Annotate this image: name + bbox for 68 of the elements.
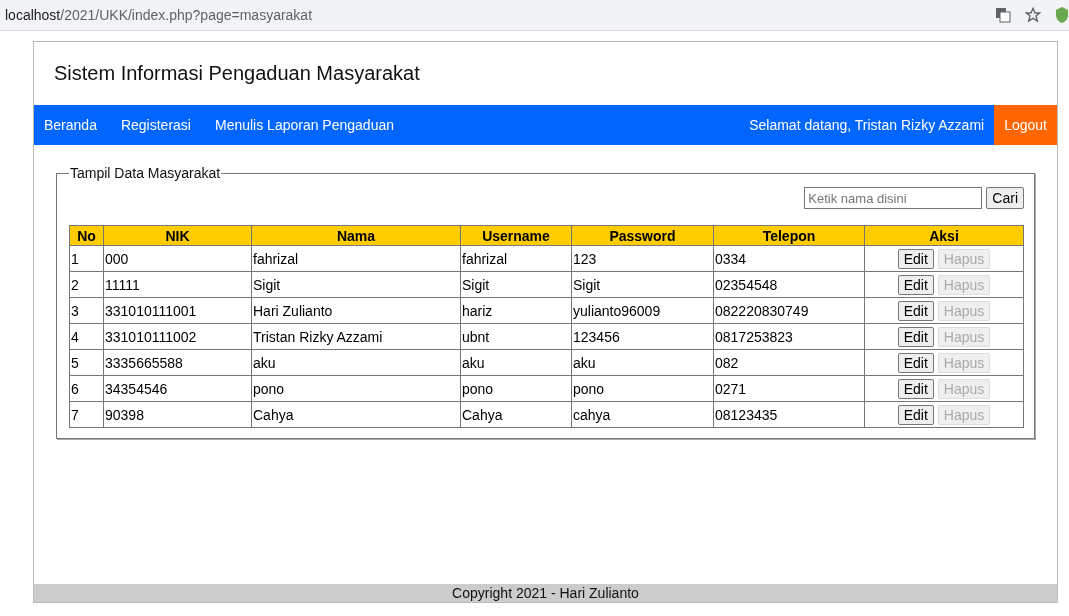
table-cell: 0334	[713, 245, 865, 272]
nav-link[interactable]: Menulis Laporan Pengaduan	[202, 105, 406, 145]
table-cell: 331010111002	[103, 323, 252, 350]
table-cell: 123	[571, 245, 714, 272]
table-cell: pono	[571, 375, 714, 402]
search-button[interactable]: Cari	[986, 187, 1024, 209]
table-cell: Cahya	[251, 401, 461, 428]
table-cell: 000	[103, 245, 252, 272]
table-cell: aku	[571, 349, 714, 376]
edit-button[interactable]: Edit	[897, 274, 934, 295]
table-cell: 2	[69, 271, 104, 298]
panel-legend: Tampil Data Masyarakat	[69, 165, 222, 181]
table-cell: yulianto96009	[571, 297, 714, 324]
table-cell: fahrizal	[251, 245, 461, 272]
table-cell: 0271	[713, 375, 865, 402]
table-cell: 5	[69, 349, 104, 376]
star-icon[interactable]	[1025, 7, 1041, 23]
search-field[interactable]: Ketik nama disini	[804, 187, 983, 209]
table-cell: 331010111001	[103, 297, 252, 324]
table-cell: fahrizal	[460, 245, 572, 272]
shield-icon[interactable]	[1055, 6, 1069, 24]
column-header: No	[69, 225, 104, 246]
column-header: NIK	[103, 225, 252, 246]
column-header: Nama	[251, 225, 461, 246]
table-cell: 6	[69, 375, 104, 402]
table-cell: Tristan Rizky Azzami	[251, 323, 461, 350]
table-cell: hariz	[460, 297, 572, 324]
table-cell: aku	[460, 349, 572, 376]
table-cell: 1	[69, 245, 104, 272]
nav-link[interactable]: Registerasi	[108, 105, 203, 145]
column-header: Telepon	[713, 225, 865, 246]
table-cell: cahya	[571, 401, 714, 428]
edit-button[interactable]: Edit	[897, 404, 934, 425]
table-cell: 02354548	[713, 271, 865, 298]
table-cell: 7	[69, 401, 104, 428]
site-title: Sistem Informasi Pengaduan Masyarakat	[54, 62, 420, 85]
table-cell: 3335665588	[103, 349, 252, 376]
table-cell: 4	[69, 323, 104, 350]
table-cell: pono	[251, 375, 461, 402]
table-cell: Sigit	[571, 271, 714, 298]
table-cell: aku	[251, 349, 461, 376]
table-cell: 0817253823	[713, 323, 865, 350]
welcome-text: Selamat datang, Tristan Rizky Azzami	[749, 116, 986, 135]
table-cell: Hari Zulianto	[251, 297, 461, 324]
table-cell: Sigit	[251, 271, 461, 298]
table-cell: 082	[713, 349, 865, 376]
table-cell: 3	[69, 297, 104, 324]
table-cell: pono	[460, 375, 572, 402]
table-cell: 082220830749	[713, 297, 865, 324]
column-header: Aksi	[864, 225, 1024, 246]
edit-button[interactable]: Edit	[897, 248, 934, 269]
column-header: Password	[571, 225, 714, 246]
table-cell: 34354546	[103, 375, 252, 402]
table-cell: ubnt	[460, 323, 572, 350]
edit-button[interactable]: Edit	[897, 352, 934, 373]
column-header: Username	[460, 225, 572, 246]
table-cell: 90398	[103, 401, 252, 428]
logout-link[interactable]: Logout	[994, 105, 1057, 145]
edit-button[interactable]: Edit	[897, 326, 934, 347]
table-cell: 08123435	[713, 401, 865, 428]
table-cell: Sigit	[460, 271, 572, 298]
table-cell: 123456	[571, 323, 714, 350]
edit-button[interactable]: Edit	[897, 300, 934, 321]
edit-button[interactable]: Edit	[897, 378, 934, 399]
table-cell: 11111	[103, 271, 252, 298]
table-cell: Cahya	[460, 401, 572, 428]
footer-text: Copyright 2021 - Hari Zulianto	[452, 585, 639, 601]
nav-link[interactable]: Beranda	[34, 105, 109, 145]
